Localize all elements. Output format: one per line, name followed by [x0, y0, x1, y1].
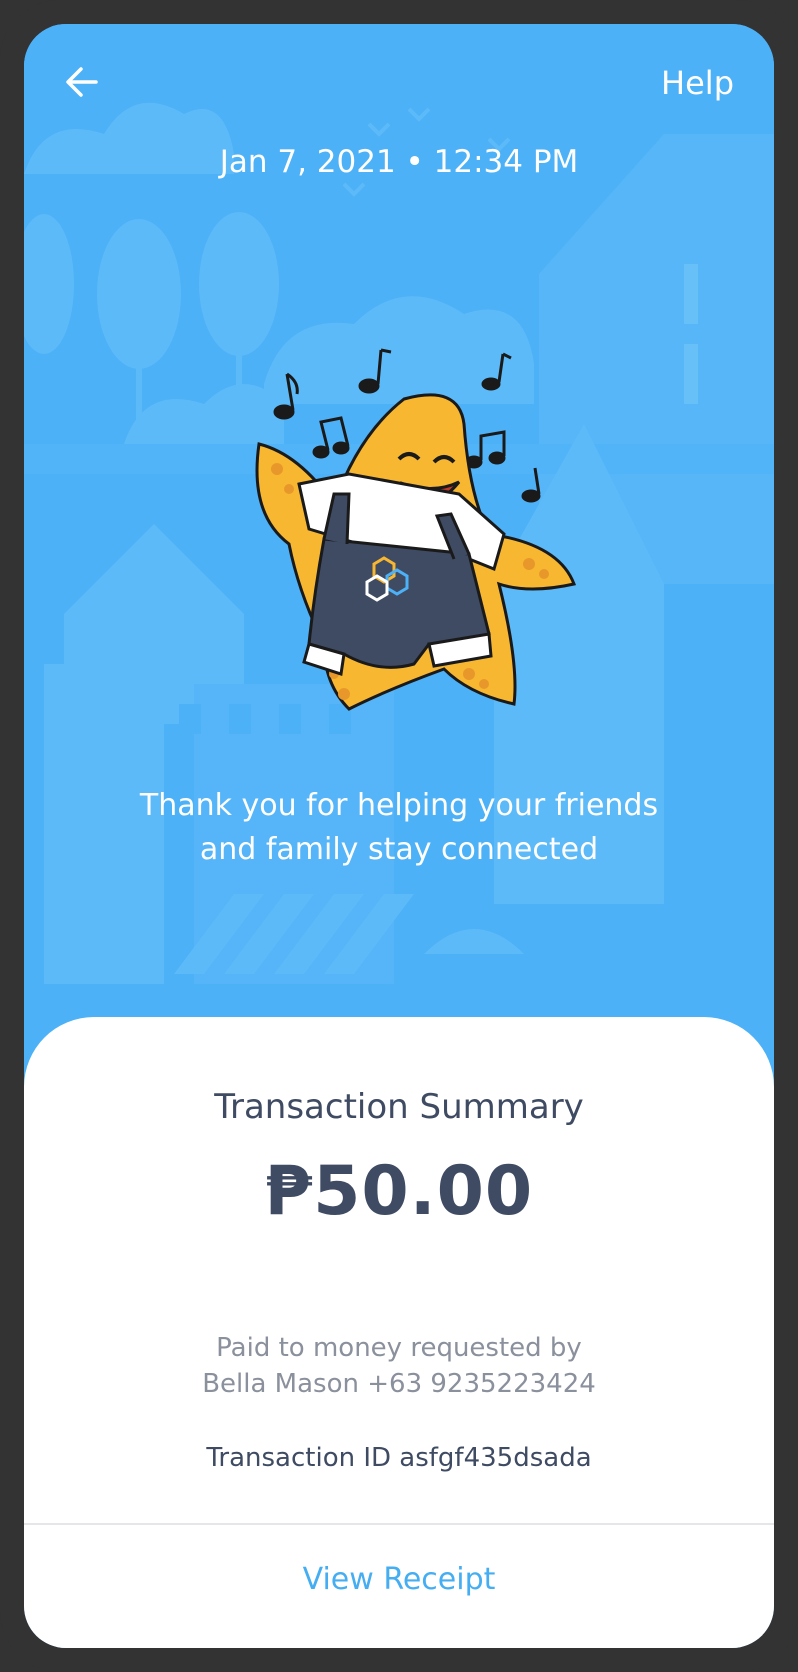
top-bar: Help [24, 24, 774, 134]
transaction-amount: ₱50.00 [264, 1152, 534, 1231]
transaction-summary-card: Transaction Summary ₱50.00 Paid to money… [24, 1017, 774, 1648]
back-button[interactable] [54, 54, 110, 110]
starfish-mascot-illustration [255, 348, 577, 711]
arrow-left-icon [66, 67, 98, 97]
summary-title: Transaction Summary [214, 1087, 584, 1127]
payment-recipient: Paid to money requested by Bella Mason +… [24, 1330, 774, 1402]
view-receipt-button[interactable]: View Receipt [249, 1562, 549, 1597]
help-link[interactable]: Help [661, 64, 734, 102]
thank-you-line-1: Thank you for helping your friends [139, 788, 659, 823]
phone-frame: Help Jan 7, 2021 • 12:34 PM Thank you fo… [0, 0, 798, 1672]
thank-you-message: Thank you for helping your friends and f… [99, 784, 699, 872]
divider [24, 1523, 774, 1525]
transaction-datetime: Jan 7, 2021 • 12:34 PM [219, 144, 579, 180]
transaction-id: Transaction ID asfgf435dsada [206, 1443, 592, 1473]
thank-you-line-2: and family stay connected [199, 832, 599, 867]
screen: Help Jan 7, 2021 • 12:34 PM Thank you fo… [24, 24, 774, 1648]
paid-to-label: Paid to money requested by [216, 1333, 582, 1363]
recipient-details: Bella Mason +63 9235223424 [202, 1369, 596, 1399]
